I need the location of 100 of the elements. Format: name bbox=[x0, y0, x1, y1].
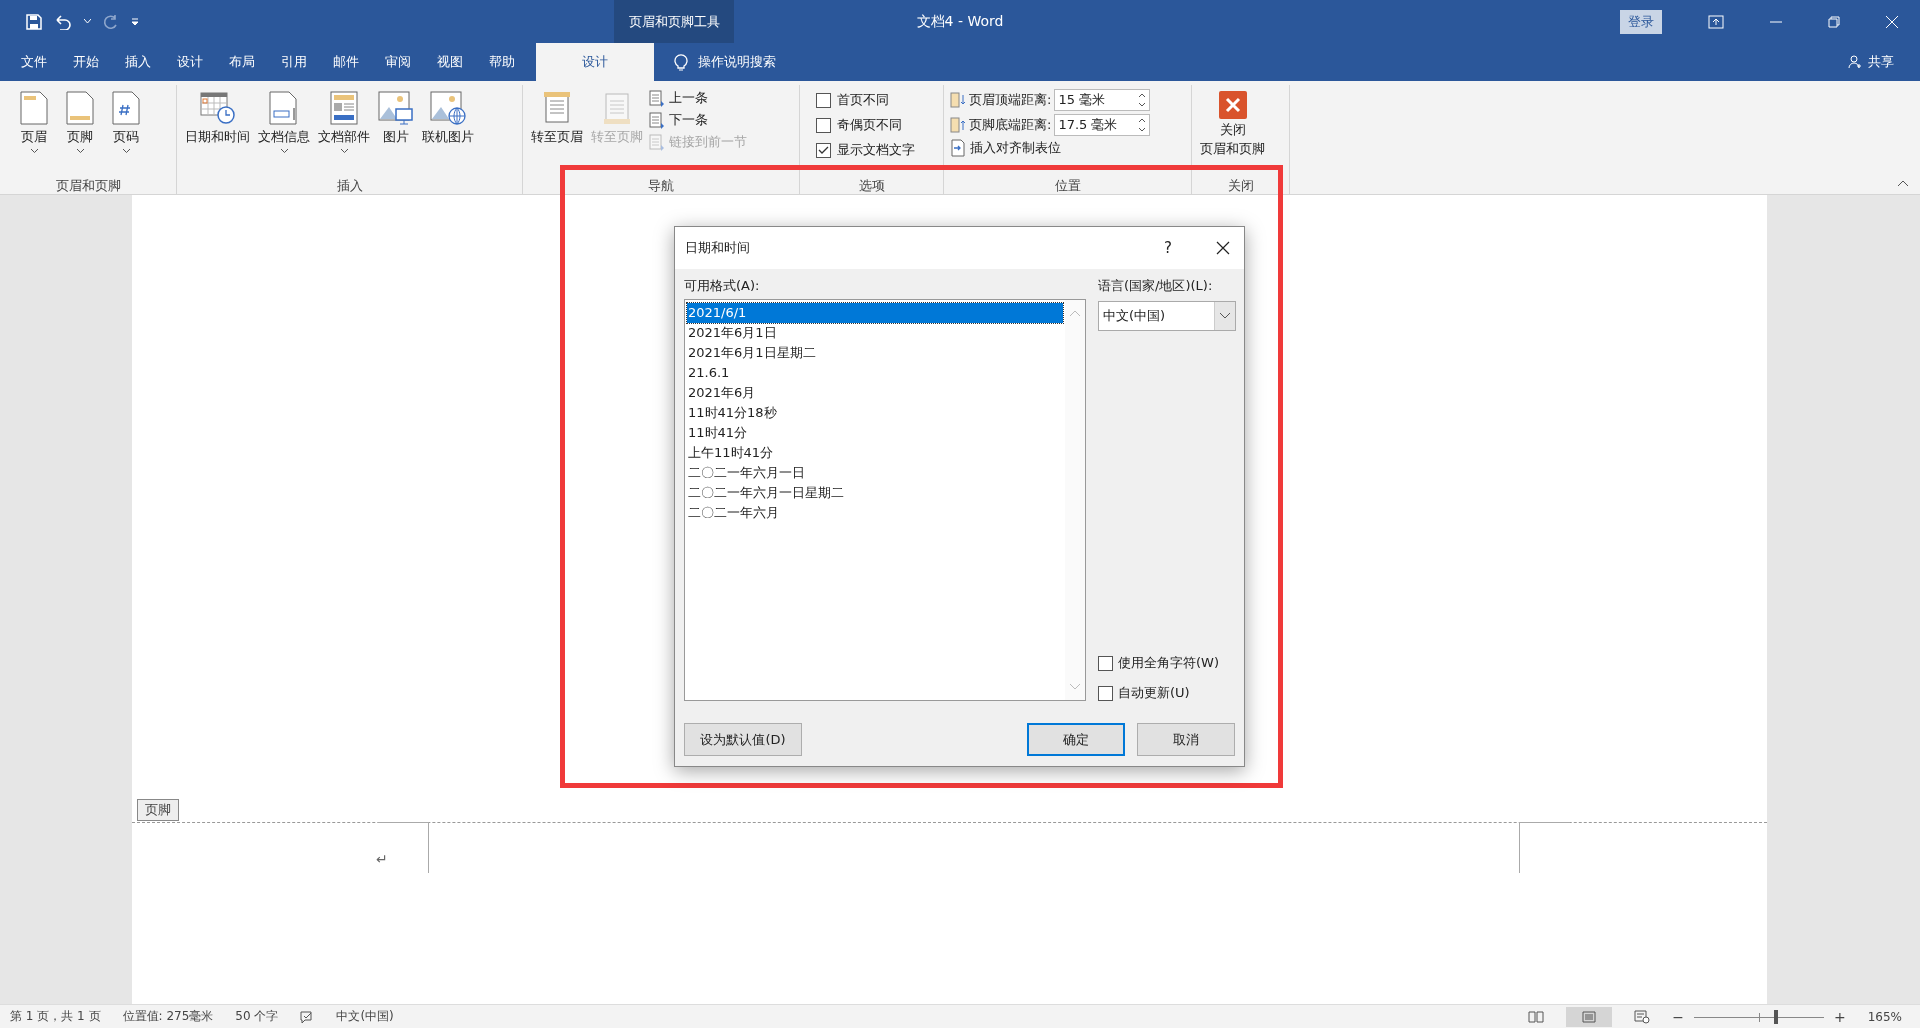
format-option[interactable]: 2021/6/1 bbox=[687, 303, 1063, 323]
ribbon-tab[interactable]: 审阅 bbox=[372, 43, 424, 81]
word-count[interactable]: 50 个字 bbox=[235, 1008, 279, 1025]
option-checkbox[interactable]: 首页不同 bbox=[806, 89, 889, 111]
formats-list[interactable]: 2021/6/1 2021年6月1日 2021年6月1日星期二 21.6.1 2021年6月 11时41分18秒 11时41分 上午11时41分 二〇二一年六月一日 二〇二一年六月一日星期二 二〇二一年六月 bbox=[684, 299, 1086, 701]
option-checkbox[interactable]: 奇偶页不同 bbox=[806, 114, 902, 136]
group-label: 关闭 bbox=[1226, 177, 1255, 194]
ribbon-tab[interactable]: 布局 bbox=[216, 43, 268, 81]
ribbon-button[interactable]: 文档信息 bbox=[256, 89, 312, 155]
dropdown-caret-icon bbox=[1220, 313, 1230, 319]
window-title: 文档4 - Word bbox=[916, 13, 1004, 31]
zoom-percent[interactable]: 165% bbox=[1867, 1009, 1902, 1024]
dialog-checkbox[interactable]: 自动更新(U) bbox=[1098, 681, 1236, 705]
format-option[interactable]: 二〇二一年六月一日星期二 bbox=[687, 483, 1063, 503]
ribbon-button[interactable]: 图片 bbox=[376, 89, 416, 148]
ribbon-tab[interactable]: 插入 bbox=[112, 43, 164, 81]
group-label: 页眉和页脚 bbox=[54, 177, 122, 194]
help-button[interactable]: ? bbox=[1164, 239, 1172, 257]
page-icon bbox=[112, 91, 140, 125]
undo-icon[interactable] bbox=[54, 13, 72, 30]
web-layout-icon[interactable] bbox=[1634, 1009, 1651, 1024]
customize-caret-icon[interactable] bbox=[131, 17, 139, 26]
ribbon-button[interactable]: 页眉 bbox=[18, 89, 50, 155]
ribbon-button[interactable]: 日期和时间 bbox=[183, 89, 252, 148]
close-header-footer-button[interactable]: 关闭 页眉和页脚 bbox=[1198, 89, 1267, 159]
group-label: 选项 bbox=[857, 177, 886, 194]
document-icon bbox=[602, 91, 632, 125]
format-option[interactable]: 21.6.1 bbox=[687, 363, 1063, 383]
format-option[interactable]: 2021年6月1日星期二 bbox=[687, 343, 1063, 363]
picture-icon bbox=[378, 91, 414, 125]
format-option[interactable]: 2021年6月 bbox=[687, 383, 1063, 403]
ribbon-small-button[interactable]: 上一条 bbox=[649, 89, 747, 107]
ribbon-button[interactable]: 页脚 bbox=[64, 89, 96, 155]
check-icon bbox=[818, 145, 829, 155]
dialog-checkbox[interactable]: 使用全角字符(W) bbox=[1098, 651, 1236, 675]
spinner-field[interactable]: 15 毫米 bbox=[1054, 89, 1151, 111]
dialog-button[interactable]: 设为默认值(D) bbox=[684, 723, 802, 756]
spin-arrows-icon[interactable] bbox=[1138, 92, 1147, 108]
dialog-button[interactable]: 确定 bbox=[1027, 723, 1125, 756]
paragraph-mark: ↵ bbox=[376, 851, 388, 867]
ribbon-small-button[interactable]: 下一条 bbox=[649, 111, 747, 129]
format-option[interactable]: 二〇二一年六月一日 bbox=[687, 463, 1063, 483]
ribbon-tab[interactable]: 设计 bbox=[164, 43, 216, 81]
page-icon bbox=[20, 91, 48, 125]
ribbon-button[interactable]: 联机图片 bbox=[420, 89, 476, 148]
format-option[interactable]: 11时41分 bbox=[687, 423, 1063, 443]
ribbon-tab[interactable]: 开始 bbox=[60, 43, 112, 81]
ribbon-tab[interactable]: 邮件 bbox=[320, 43, 372, 81]
login-button[interactable]: 登录 bbox=[1620, 9, 1662, 34]
close-icon[interactable] bbox=[1216, 241, 1230, 255]
spinner-field[interactable]: 17.5 毫米 bbox=[1054, 114, 1151, 136]
margin-icon bbox=[950, 92, 966, 108]
ribbon-display-icon[interactable] bbox=[1708, 14, 1724, 29]
format-option[interactable]: 2021年6月1日 bbox=[687, 323, 1063, 343]
ribbon-tab[interactable]: 引用 bbox=[268, 43, 320, 81]
ribbon-tab[interactable]: 设计 bbox=[536, 43, 654, 81]
caret-icon[interactable] bbox=[84, 19, 91, 24]
ribbon-button[interactable]: 文档部件 bbox=[316, 89, 372, 155]
ribbon-button[interactable]: 转至页眉 bbox=[529, 89, 585, 148]
zoom-slider-thumb[interactable] bbox=[1773, 1009, 1778, 1024]
document-field-icon bbox=[269, 91, 299, 125]
option-checkbox[interactable]: 显示文档文字 bbox=[806, 139, 915, 161]
group-label: 位置 bbox=[1053, 177, 1082, 194]
restore-icon[interactable] bbox=[1828, 15, 1840, 28]
language-label: 语言(国家/地区)(L): bbox=[1098, 277, 1214, 295]
close-icon bbox=[1218, 91, 1247, 119]
share-button[interactable]: 共享 bbox=[1868, 53, 1894, 71]
zoom-in-button[interactable]: + bbox=[1833, 1008, 1846, 1025]
ribbon-button[interactable]: 页码 bbox=[110, 89, 142, 155]
online-picture-icon bbox=[430, 91, 466, 125]
collapse-ribbon-icon[interactable] bbox=[1898, 180, 1908, 186]
tell-me-search[interactable]: 操作说明搜索 bbox=[698, 53, 776, 71]
page-count[interactable]: 第 1 页，共 1 页 bbox=[10, 1008, 101, 1025]
format-option[interactable]: 11时41分18秒 bbox=[687, 403, 1063, 423]
minimize-icon[interactable] bbox=[1770, 20, 1782, 23]
cursor-position[interactable]: 位置值: 275毫米 bbox=[122, 1008, 214, 1025]
zoom-out-button[interactable]: − bbox=[1672, 1008, 1684, 1025]
dialog-button[interactable]: 取消 bbox=[1137, 723, 1235, 756]
calendar-clock-icon bbox=[199, 91, 236, 125]
document-arrow-icon bbox=[950, 139, 966, 157]
proofing-icon[interactable] bbox=[300, 1010, 315, 1023]
save-icon[interactable] bbox=[26, 13, 42, 30]
ribbon-tab[interactable]: 帮助 bbox=[476, 43, 528, 81]
margin-icon bbox=[950, 117, 966, 133]
spinner-label: 页眉顶端距离: bbox=[969, 91, 1052, 109]
group-label: 导航 bbox=[647, 177, 675, 194]
language-select[interactable]: 中文(中国) bbox=[1098, 301, 1236, 331]
redo-icon[interactable] bbox=[103, 13, 119, 30]
read-mode-icon[interactable] bbox=[1528, 1010, 1545, 1023]
ribbon-tab[interactable]: 视图 bbox=[424, 43, 476, 81]
language-status[interactable]: 中文(中国) bbox=[336, 1008, 394, 1025]
format-option[interactable]: 二〇二一年六月 bbox=[687, 503, 1063, 523]
ribbon-small-button[interactable]: 插入对齐制表位 bbox=[950, 139, 1061, 157]
spin-arrows-icon[interactable] bbox=[1138, 117, 1147, 133]
format-option[interactable]: 上午11时41分 bbox=[687, 443, 1063, 463]
document-icon bbox=[542, 91, 572, 125]
margin-corner-mark bbox=[378, 822, 429, 873]
ribbon-tab[interactable]: 文件 bbox=[8, 43, 60, 81]
document-parts-icon bbox=[330, 91, 358, 125]
spinner-label: 页脚底端距离: bbox=[969, 116, 1052, 134]
